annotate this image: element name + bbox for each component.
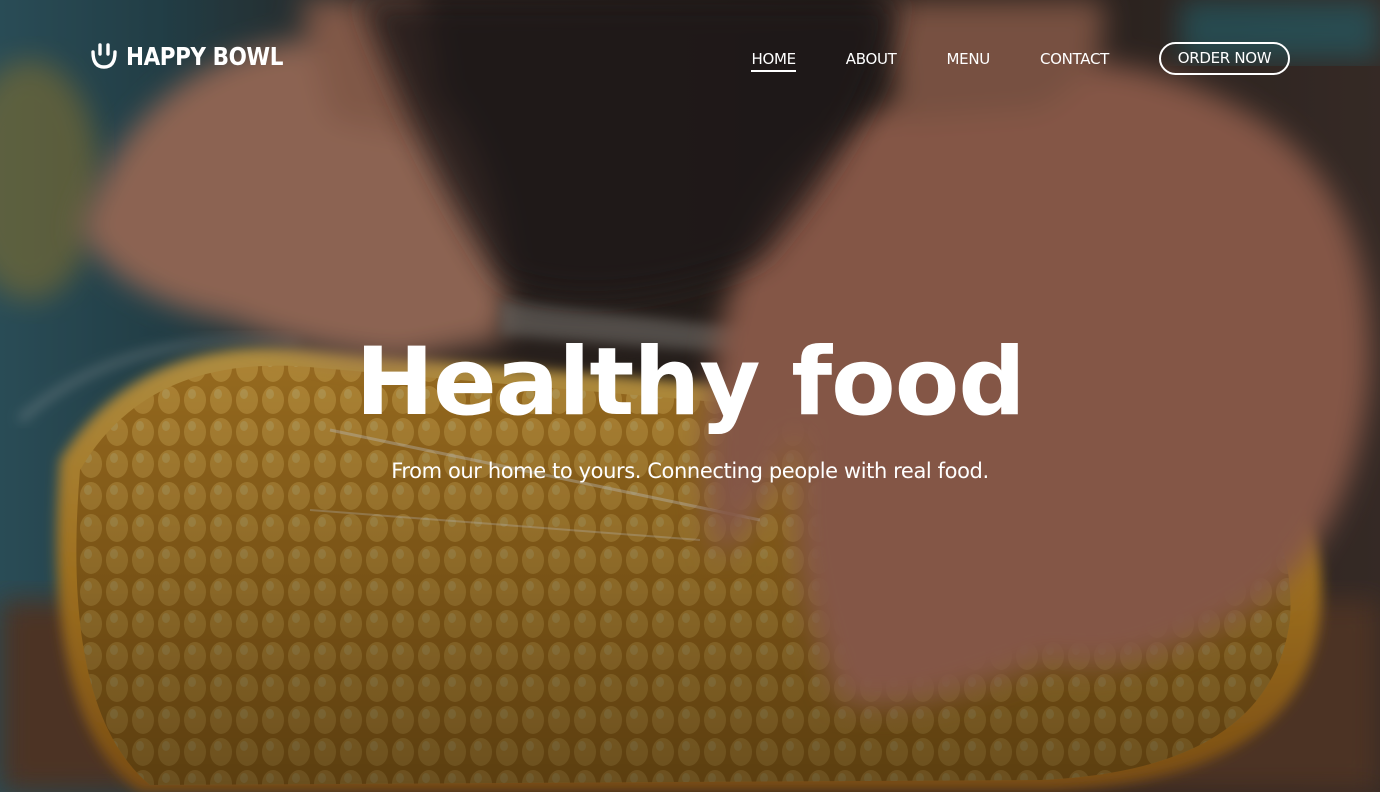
hero-subtitle: From our home to yours. Connecting peopl… [391, 459, 989, 483]
main-nav: HOME ABOUT MENU CONTACT ORDER NOW [751, 40, 1290, 76]
smile-bowl-icon [91, 43, 117, 69]
brand-logo[interactable]: HAPPY BOWL [90, 40, 309, 72]
hero-section: HAPPY BOWL HOME ABOUT MENU CONTACT ORDER… [0, 0, 1380, 792]
hero-title: Healthy food [355, 328, 1025, 437]
order-now-button[interactable]: ORDER NOW [1159, 41, 1290, 75]
nav-item-contact[interactable]: CONTACT [1040, 44, 1109, 72]
nav-item-menu[interactable]: MENU [947, 44, 991, 72]
nav-item-home[interactable]: HOME [751, 44, 797, 72]
brand-name: HAPPY BOWL [126, 41, 283, 71]
nav-item-about[interactable]: ABOUT [846, 44, 897, 72]
